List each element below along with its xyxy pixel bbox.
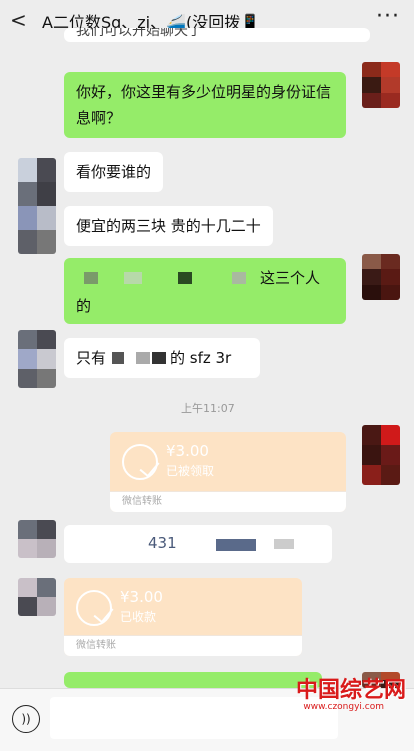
redacted-block xyxy=(232,272,246,284)
redacted-block xyxy=(84,272,98,284)
redacted-block xyxy=(124,272,142,284)
redacted-block xyxy=(112,352,124,364)
message-bubble: 我们可以开始聊天了 xyxy=(64,28,370,42)
message-bubble: 你好，你这里有多少位明星的身份证信息啊？ xyxy=(64,72,346,138)
watermark-url: www.czongyi.com xyxy=(303,702,384,712)
avatar[interactable] xyxy=(362,62,400,108)
voice-icon[interactable]: )) xyxy=(12,705,40,733)
message-bubble: 便宜的两三块 贵的十几二十 xyxy=(64,206,273,246)
redacted-block xyxy=(152,352,166,364)
avatar[interactable] xyxy=(18,578,56,616)
avatar[interactable] xyxy=(362,425,400,485)
watermark-logo: 中国综艺网 xyxy=(295,678,406,703)
avatar[interactable] xyxy=(18,330,56,388)
transfer-label: 微信转账 xyxy=(110,491,346,512)
more-icon[interactable]: ··· xyxy=(376,4,400,29)
check-icon xyxy=(76,590,114,626)
avatar[interactable] xyxy=(362,254,400,300)
back-icon[interactable]: < xyxy=(10,8,27,32)
redacted-block xyxy=(178,272,192,284)
message-bubble: 这三个人 的 xyxy=(64,258,346,324)
redacted-block xyxy=(136,352,150,364)
redacted-block xyxy=(274,539,294,549)
message-input[interactable] xyxy=(50,697,338,739)
avatar[interactable] xyxy=(18,520,56,558)
message-bubble: 只有 的 sfz 3r xyxy=(64,338,260,378)
timestamp: 上午11:07 xyxy=(181,402,235,415)
transfer-card[interactable]: ¥3.00 已收款 微信转账 xyxy=(64,578,302,656)
transfer-card[interactable]: ¥3.00 已被领取 微信转账 xyxy=(110,432,346,512)
avatar[interactable] xyxy=(18,158,56,254)
transfer-label: 微信转账 xyxy=(64,635,302,656)
message-bubble: 看你要谁的 xyxy=(64,152,164,192)
message-bubble: 431 xyxy=(64,525,332,563)
redacted-block xyxy=(216,539,256,551)
check-icon xyxy=(122,444,160,480)
message-bubble xyxy=(64,672,322,688)
